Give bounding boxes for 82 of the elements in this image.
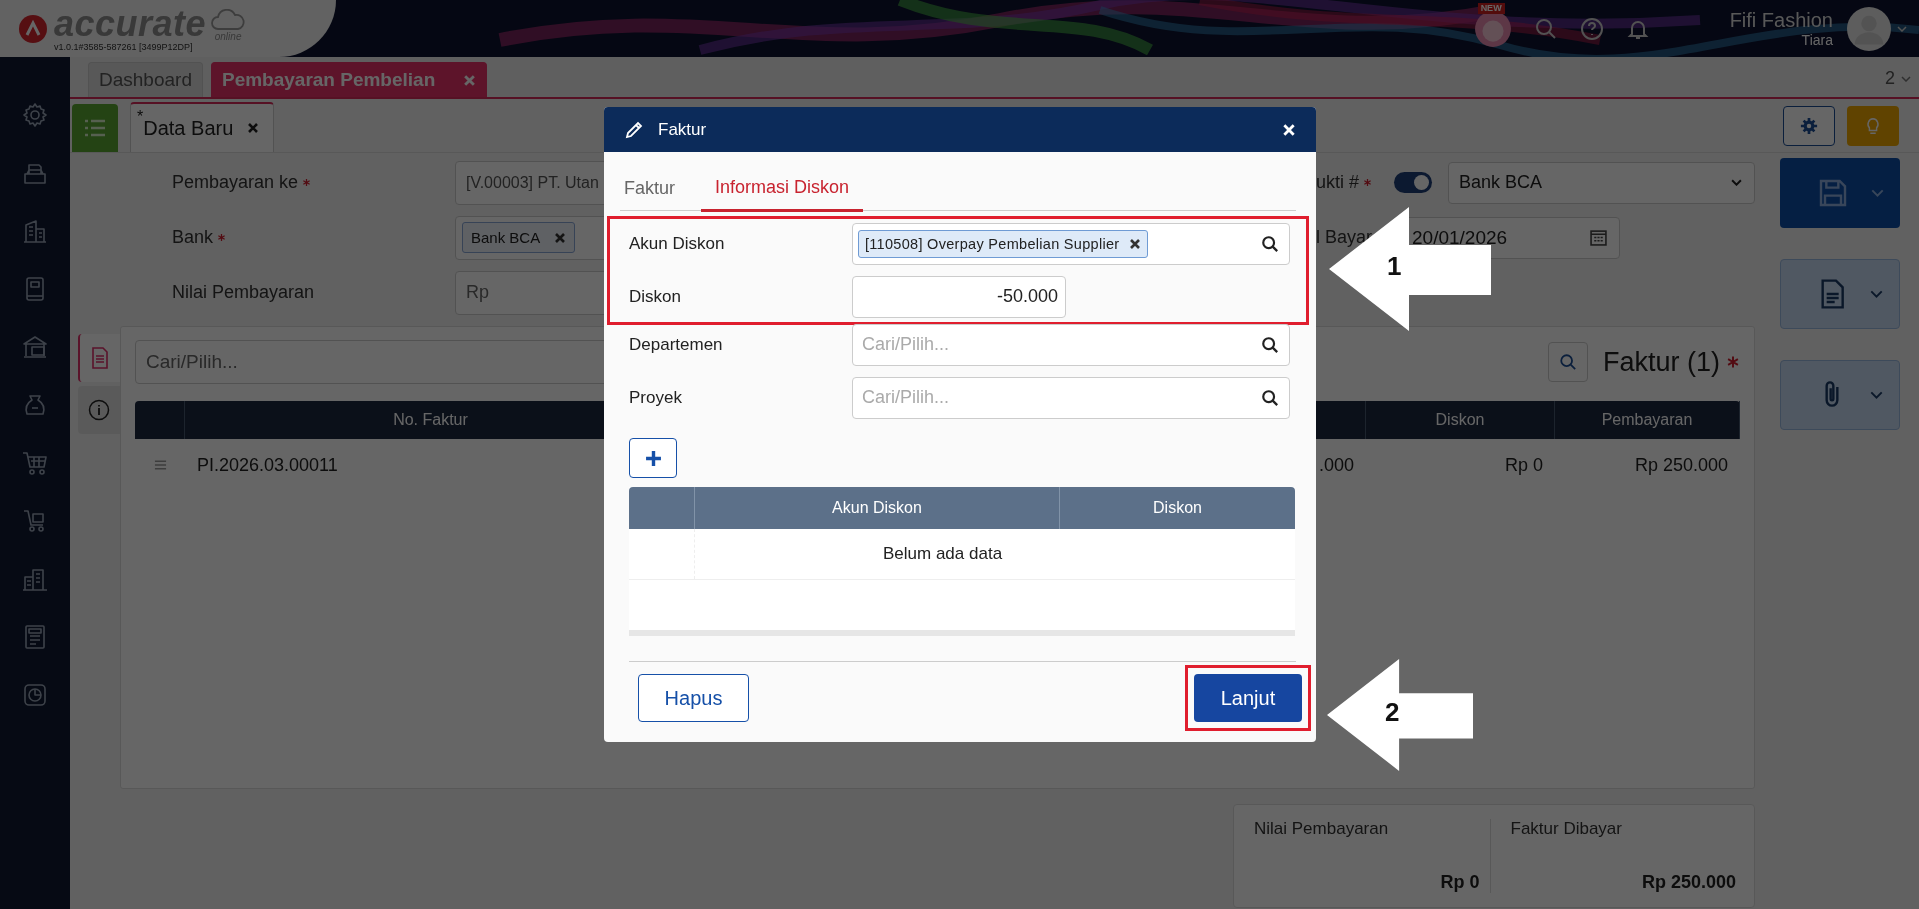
field-label: Bank <box>172 227 214 248</box>
field-label: Diskon <box>629 286 682 307</box>
settings-button[interactable] <box>1783 105 1835 146</box>
field-label: ukti # <box>1316 172 1360 193</box>
list-icon <box>83 118 107 138</box>
building-icon[interactable] <box>21 217 49 245</box>
cloud-icon <box>210 8 247 31</box>
help-icon[interactable] <box>1579 16 1604 41</box>
table-cell: PI.2026.03.00011 <box>197 454 338 476</box>
summary-value: Rp 250.000 <box>1641 872 1736 893</box>
list-button[interactable] <box>72 104 118 152</box>
company-name: Fifi Fashion <box>1729 9 1833 32</box>
step-number: 2 <box>1385 697 1400 727</box>
table-cell: .000 <box>1318 454 1354 476</box>
empty-message: Belum ada data <box>883 544 1003 564</box>
search-field[interactable]: Cari/Pilih... <box>852 323 1290 366</box>
field-label: Pembayaran ke <box>172 172 299 193</box>
tab[interactable]: Pembayaran Pembelian <box>210 62 488 97</box>
document-menu-button[interactable] <box>1780 259 1900 329</box>
remove-icon[interactable] <box>1129 237 1142 250</box>
account-field[interactable]: [110508] Overpay Pembelian Supplier <box>852 222 1290 265</box>
summary-label: Nilai Pembayaran <box>1254 819 1390 839</box>
document-tab[interactable] <box>78 334 120 382</box>
search-icon[interactable] <box>1261 234 1279 253</box>
search-field[interactable]: Cari/Pilih... <box>852 376 1290 419</box>
column-header: Akun Diskon <box>695 487 1060 529</box>
search-button[interactable] <box>1547 342 1588 382</box>
calendar-icon[interactable] <box>1590 229 1607 246</box>
info-icon <box>88 399 110 421</box>
caret-icon <box>1901 75 1911 82</box>
discount-field[interactable]: -50.000 <box>852 275 1066 318</box>
dialog-title: Faktur <box>658 119 707 140</box>
table-cell: Rp 0 <box>1504 454 1543 476</box>
caret-icon <box>1870 290 1883 298</box>
new-badge: NEW <box>1477 2 1505 14</box>
caret-icon <box>1870 391 1883 399</box>
tab-count-dropdown[interactable]: 2 <box>1877 68 1919 97</box>
settings-icon <box>1800 116 1818 135</box>
toggle-switch[interactable] <box>1394 172 1433 193</box>
chart-icon[interactable] <box>21 681 49 709</box>
document-tab[interactable]: $^{*}$Data Baru <box>130 102 275 152</box>
caret-icon[interactable] <box>1897 25 1907 32</box>
summary-value: Rp 0 <box>1440 872 1480 893</box>
tab[interactable]: Informasi Diskon <box>701 166 864 212</box>
table-cell: Rp 250.000 <box>1634 454 1728 476</box>
pencil-icon <box>624 119 644 140</box>
field-label: Nilai Pembayaran <box>172 282 315 303</box>
save-button[interactable] <box>1780 158 1900 228</box>
caret-icon <box>1731 179 1742 186</box>
search-icon[interactable] <box>1261 388 1279 407</box>
user-name: Tiara <box>1801 32 1833 48</box>
plus-icon <box>644 449 662 467</box>
caret-icon <box>1871 189 1884 197</box>
version-text: v1.0.1#3585-587261 [3499P12DP] <box>54 41 194 52</box>
tab[interactable]: Faktur <box>620 166 679 211</box>
bank-icon[interactable] <box>21 333 49 361</box>
step-number: 1 <box>1387 251 1402 281</box>
info-tab[interactable] <box>78 386 120 434</box>
column-header: Pembayaran <box>1555 401 1740 439</box>
light-bulb-icon <box>1864 116 1882 135</box>
drag-handle-icon[interactable] <box>153 460 167 470</box>
selected-tag: [110508] Overpay Pembelian Supplier <box>858 229 1149 258</box>
selected-tag: Bank BCA <box>462 222 576 253</box>
delete-button[interactable]: Hapus <box>638 674 749 722</box>
field-label: Akun Diskon <box>629 233 726 254</box>
attachment-button[interactable] <box>1780 360 1900 430</box>
column-header: Diskon <box>1366 401 1555 439</box>
search-icon <box>1558 353 1577 371</box>
document-icon <box>90 347 110 369</box>
continue-button[interactable]: Lanjut <box>1194 674 1302 722</box>
summary-label: Faktur Dibayar <box>1510 819 1623 839</box>
field-label: l Bayar <box>1316 227 1374 248</box>
settings-icon[interactable] <box>21 101 49 129</box>
avatar[interactable] <box>1847 6 1891 51</box>
cart-icon[interactable] <box>21 449 49 477</box>
select-field[interactable]: Bank BCA <box>1448 161 1755 204</box>
column-header: Diskon <box>1152 498 1203 518</box>
add-button[interactable] <box>629 438 677 478</box>
logo-icon <box>18 13 48 44</box>
tips-button[interactable] <box>1847 105 1899 146</box>
panel-title: Faktur (1) <box>1602 346 1720 378</box>
search-icon[interactable] <box>1261 335 1279 354</box>
